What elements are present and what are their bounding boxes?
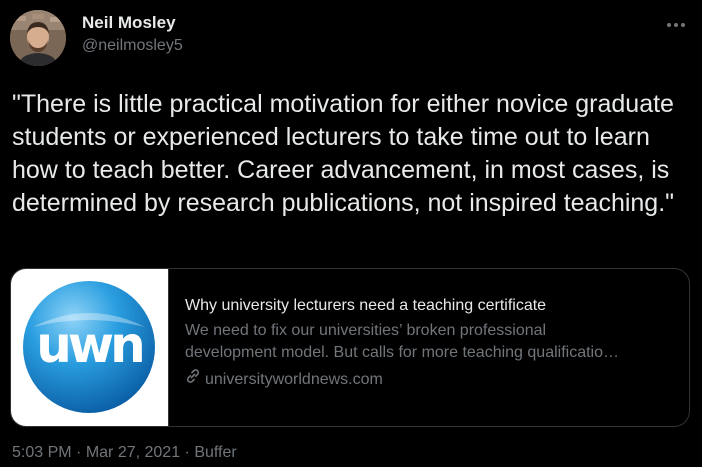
svg-text:uwn: uwn [36, 316, 142, 374]
meta-separator: · [180, 444, 195, 461]
tweet-time[interactable]: 5:03 PM [12, 444, 72, 461]
card-domain[interactable]: universityworldnews.com [185, 368, 685, 391]
tweet-text: "There is little practical motivation fo… [12, 90, 681, 217]
more-options-button[interactable] [664, 14, 688, 34]
meta-separator: · [71, 444, 86, 461]
link-icon [185, 368, 201, 391]
card-domain-text: universityworldnews.com [205, 370, 383, 388]
card-description-line-1: We need to fix our universities’ broken … [185, 322, 547, 339]
tweet-meta: 5:03 PM · Mar 27, 2021 · Buffer [12, 444, 237, 462]
uwn-logo: uwn [23, 281, 155, 413]
tweet-date[interactable]: Mar 27, 2021 [86, 444, 180, 461]
author-name[interactable]: Neil Mosley [82, 13, 176, 33]
card-description-line-2: development model. But calls for more te… [185, 344, 619, 361]
card-image: uwn [11, 269, 169, 426]
card-title[interactable]: Why university lecturers need a teaching… [185, 296, 685, 316]
more-dots-icon [666, 15, 686, 33]
author-handle[interactable]: @neilmosley5 [82, 37, 183, 55]
avatar[interactable] [10, 10, 66, 66]
link-preview-card[interactable]: uwn Why university lecturers need a teac… [10, 268, 690, 427]
card-body: Why university lecturers need a teaching… [169, 269, 685, 426]
tweet-source[interactable]: Buffer [194, 444, 236, 461]
card-description: We need to fix our universities’ broken … [185, 320, 675, 364]
